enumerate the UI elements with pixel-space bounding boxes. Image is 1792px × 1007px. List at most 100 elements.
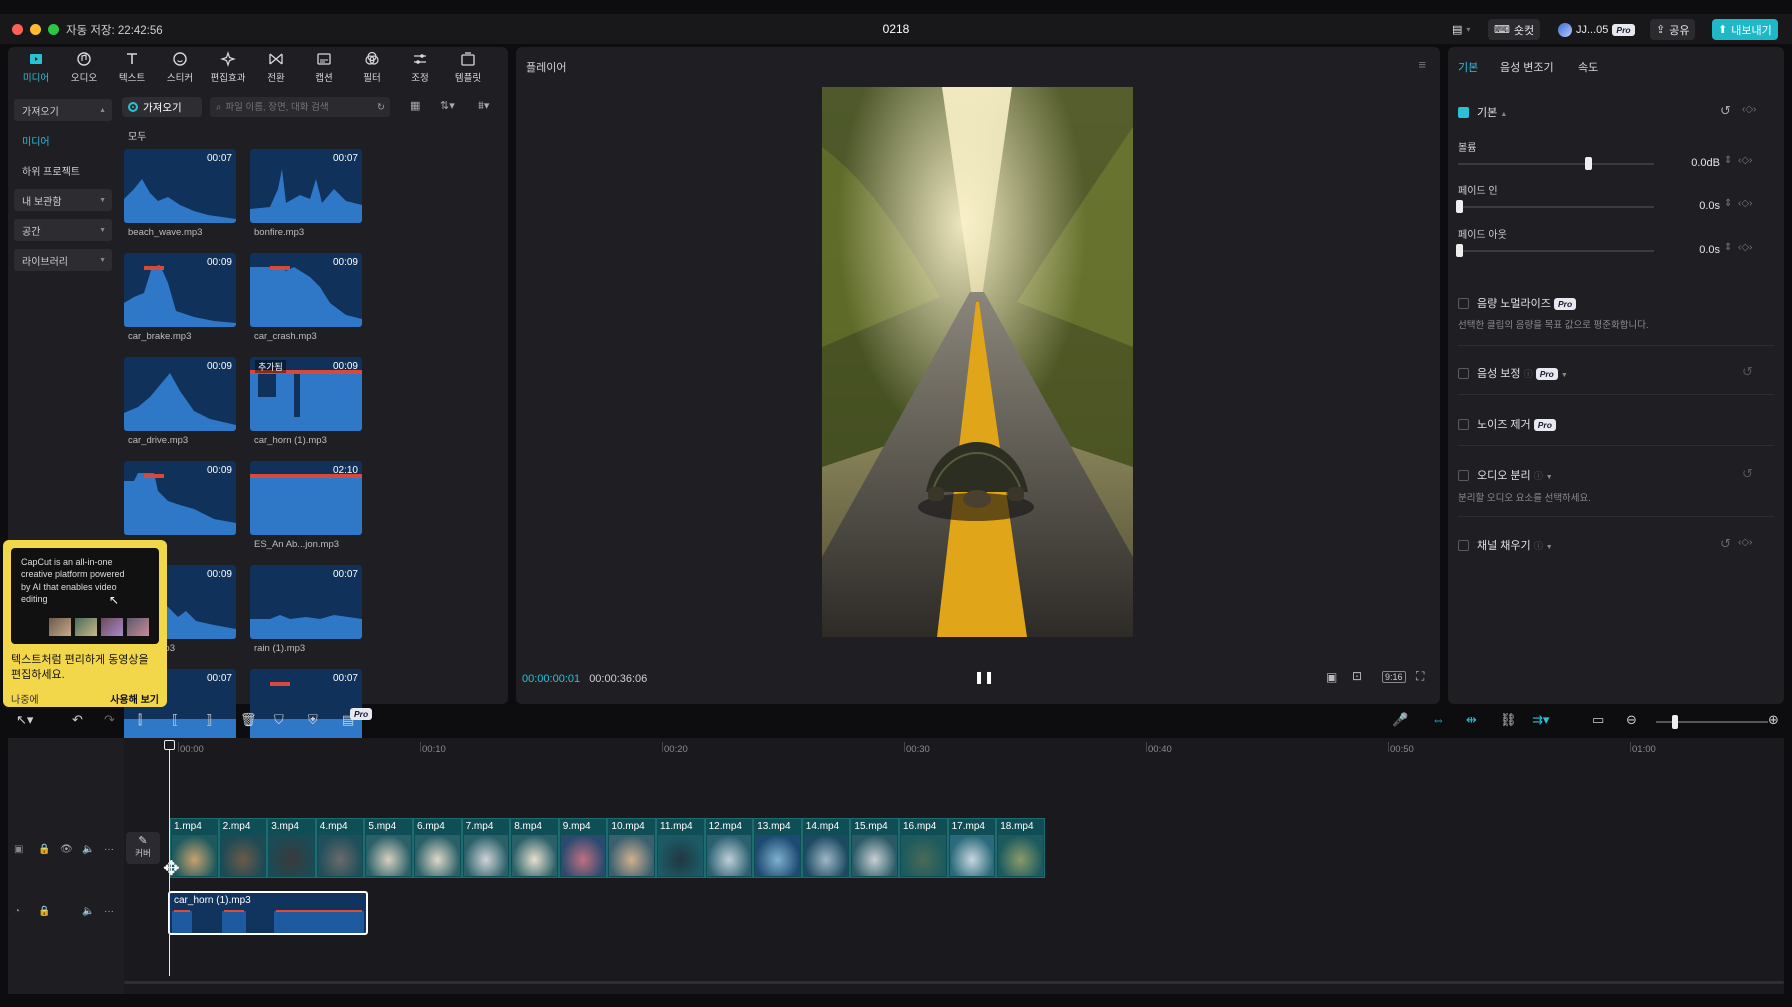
tool-sticker[interactable]: 스티커 <box>156 47 204 87</box>
video-clip[interactable]: 12.mp4 <box>704 818 754 878</box>
more-icon[interactable]: ··· <box>104 844 114 855</box>
tab-speed[interactable]: 속도 <box>1578 59 1598 75</box>
video-clip[interactable]: 16.mp4 <box>899 818 948 878</box>
auto-snap-icon[interactable]: ⇹ <box>1466 712 1477 728</box>
audio-clip[interactable]: car_horn (1).mp3 <box>168 891 368 935</box>
tool-text[interactable]: 텍스트 <box>108 47 156 87</box>
audio-split-option[interactable]: 오디오 분리 ⓘ ▼ <box>1458 467 1553 483</box>
keyframe-icon[interactable]: ‹◇› <box>1738 198 1752 209</box>
tool-template[interactable]: 템플릿 <box>444 47 492 87</box>
channel-fill-checkbox[interactable] <box>1458 540 1469 551</box>
normalize-option[interactable]: 음량 노멀라이즈 Pro <box>1458 295 1577 311</box>
video-clip[interactable]: 6.mp4 <box>413 818 462 878</box>
sidenav-library[interactable]: 라이브러리 ▼ <box>14 249 112 271</box>
sort-icon[interactable]: ⇅▾ <box>440 99 455 112</box>
video-clip[interactable]: 11.mp4 <box>656 818 705 878</box>
cover-button[interactable]: ✎ 커버 <box>126 832 160 864</box>
tab-voice-changer[interactable]: 음성 변조기 <box>1500 59 1554 75</box>
video-clip[interactable]: 18.mp4 <box>996 818 1045 878</box>
reset-icon[interactable]: ↺ <box>1742 364 1753 380</box>
delete-icon[interactable]: 🗑 <box>240 712 257 728</box>
volume-slider[interactable] <box>1458 157 1654 170</box>
media-item[interactable]: 00:07 <box>250 149 362 223</box>
redo-icon[interactable]: ↷ <box>104 712 115 728</box>
sidenav-my-storage[interactable]: 내 보관함 ▼ <box>14 189 112 211</box>
playhead-handle[interactable] <box>164 740 175 750</box>
zoom-slider[interactable] <box>1656 715 1768 729</box>
sidenav-space[interactable]: 공간 ▼ <box>14 219 112 241</box>
video-clip[interactable]: 15.mp4 <box>850 818 899 878</box>
tool-adjust[interactable]: 조정 <box>396 47 444 87</box>
sidenav-media[interactable]: 미디어 <box>14 129 112 151</box>
fade-in-slider-knob[interactable] <box>1456 200 1463 213</box>
grid-view-icon[interactable]: ▦ <box>410 99 420 112</box>
preview-axis-icon[interactable]: ⇉▾ <box>1532 712 1549 728</box>
tool-filter[interactable]: 필터 <box>348 47 396 87</box>
lock-icon[interactable]: 🔒 <box>38 906 50 917</box>
info-icon[interactable]: ⓘ <box>1524 369 1533 379</box>
aspect-ratio-button[interactable]: 9:16 <box>1382 671 1406 683</box>
search-input[interactable] <box>225 101 366 113</box>
zoom-out-icon[interactable]: ⊖ <box>1626 712 1637 728</box>
track-thumbnail-icon[interactable]: ▣ <box>14 844 23 855</box>
media-item[interactable]: 00:07 <box>124 149 236 223</box>
reset-icon[interactable]: ↺ <box>1742 466 1753 482</box>
voice-enhance-option[interactable]: 음성 보정 ⓘ Pro ▼ <box>1458 365 1568 381</box>
share-button[interactable]: ⇪ 공유 <box>1650 19 1696 40</box>
playhead[interactable] <box>164 740 175 976</box>
tool-media[interactable]: 미디어 <box>12 47 60 87</box>
microphone-icon[interactable]: 🎤 <box>1392 712 1408 728</box>
fade-out-slider-knob[interactable] <box>1456 244 1463 257</box>
fullscreen-icon[interactable]: ⛶ <box>1416 669 1424 684</box>
lock-icon[interactable]: 🔒 <box>38 844 50 855</box>
split-right-icon[interactable]: ⟧ <box>206 712 212 728</box>
export-button[interactable]: ⬆ 내보내기 <box>1712 19 1778 40</box>
media-item[interactable]: 00:07 <box>250 565 362 639</box>
video-clip[interactable]: 2.mp4 <box>218 818 268 878</box>
undo-icon[interactable]: ↶ <box>72 712 83 728</box>
select-tool-icon[interactable]: ↖▾ <box>16 712 33 728</box>
tooltip-later-button[interactable]: 나중에 <box>11 691 39 706</box>
video-clip[interactable]: 3.mp4 <box>267 818 316 878</box>
basic-checkbox[interactable] <box>1458 107 1469 118</box>
speaker-icon[interactable]: 🔈 <box>82 844 94 855</box>
reset-icon[interactable]: ↺ <box>1720 103 1731 119</box>
reset-icon[interactable]: ↺ <box>1720 536 1731 552</box>
main-track-magnet-icon[interactable]: ⇔ <box>1432 712 1445 727</box>
keyframe-icon[interactable]: ‹◇› <box>1738 155 1752 166</box>
media-item[interactable]: 00:09 추가됨 <box>250 357 362 431</box>
video-clip[interactable]: 4.mp4 <box>315 818 365 878</box>
shield-icon[interactable]: ⛨ <box>308 712 318 728</box>
channel-fill-option[interactable]: 채널 채우기 ⓘ ▼ <box>1458 537 1553 553</box>
media-item[interactable]: 00:09 <box>124 357 236 431</box>
sidenav-import[interactable]: 가져오기 ▲ <box>14 99 112 121</box>
media-item[interactable]: 00:09 <box>124 253 236 327</box>
stepper-icon[interactable]: ⇕ <box>1724 155 1732 166</box>
audio-track-icon[interactable]: ◔ <box>14 906 20 917</box>
tooltip-try-button[interactable]: 사용해 보기 <box>110 691 159 706</box>
fade-in-slider[interactable] <box>1456 200 1654 213</box>
shortcut-button[interactable]: ⌨ 숏컷 <box>1488 19 1541 40</box>
sidenav-sub-project[interactable]: 하위 프로젝트 <box>14 159 112 181</box>
refresh-icon[interactable]: ↻ <box>377 102 385 113</box>
keyframe-icon[interactable]: ‹◇› <box>1738 242 1752 253</box>
stepper-icon[interactable]: ⇕ <box>1724 198 1732 209</box>
layout-menu-button[interactable]: ▤ ▾ <box>1446 19 1476 40</box>
info-icon[interactable]: ⓘ <box>1534 471 1543 481</box>
tool-caption[interactable]: 캡션 <box>300 47 348 87</box>
volume-slider-knob[interactable] <box>1585 157 1593 170</box>
media-item[interactable]: 00:09 <box>250 253 362 327</box>
tool-audio[interactable]: 오디오 <box>60 47 108 87</box>
mask-icon[interactable]: ⛉ <box>274 712 284 728</box>
more-icon[interactable]: ··· <box>104 906 114 917</box>
minimize-window-button[interactable] <box>30 24 41 35</box>
crop-icon[interactable]: ▣ <box>1326 670 1337 684</box>
tool-effect[interactable]: 편집효과 <box>204 47 252 87</box>
video-preview[interactable] <box>822 87 1133 637</box>
caption-track-icon[interactable]: ▭ <box>1592 712 1604 728</box>
maximize-window-button[interactable] <box>48 24 59 35</box>
video-clip[interactable]: 5.mp4 <box>364 818 413 878</box>
noise-remove-option[interactable]: 노이즈 제거 Pro <box>1458 416 1556 432</box>
menu-icon[interactable]: ≡ <box>1418 57 1426 72</box>
voice-enhance-checkbox[interactable] <box>1458 368 1469 379</box>
